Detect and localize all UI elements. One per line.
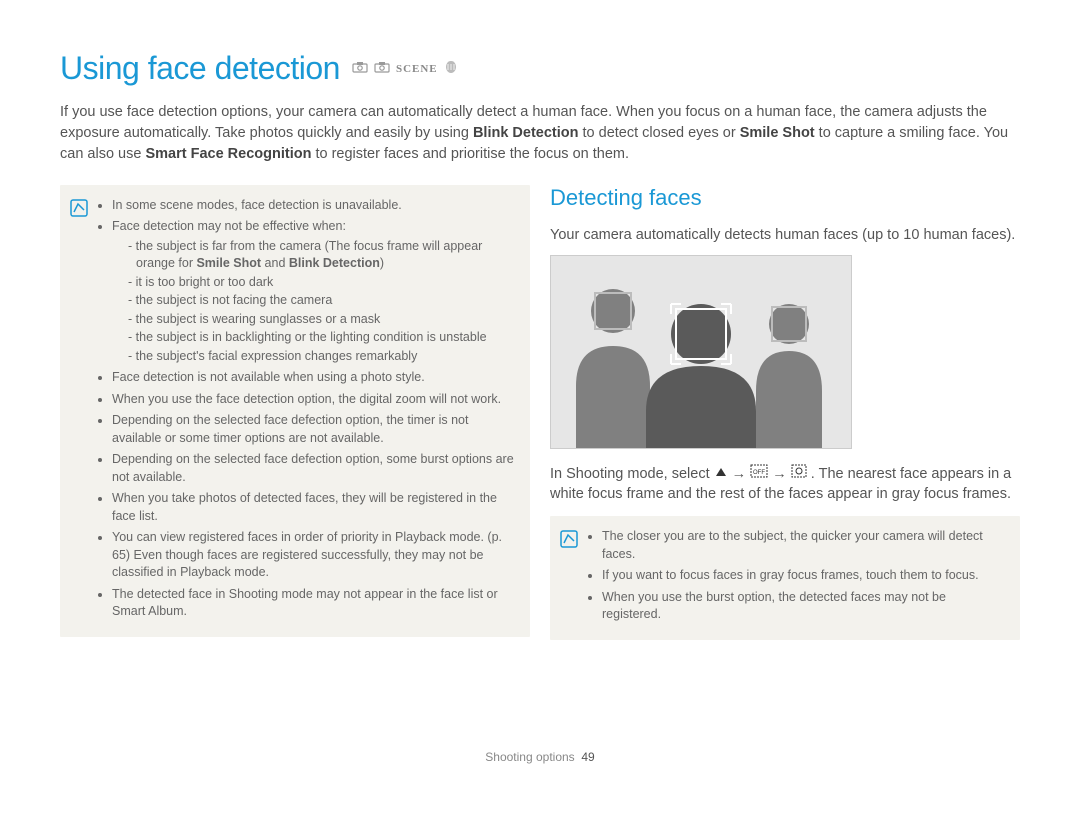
note-subitem: the subject is not facing the camera xyxy=(128,292,516,310)
lead-text: Your camera automatically detects human … xyxy=(550,225,1020,245)
note-subitem: the subject is wearing sunglasses or a m… xyxy=(128,311,516,329)
note-icon xyxy=(560,530,578,628)
note-item: When you take photos of detected faces, … xyxy=(112,490,516,525)
note-item: Depending on the selected face defection… xyxy=(112,412,516,447)
up-triangle-icon xyxy=(714,466,728,482)
intro-paragraph: If you use face detection options, your … xyxy=(60,102,1020,165)
dual-icon xyxy=(444,60,458,77)
note-item: The closer you are to the subject, the q… xyxy=(602,528,1006,563)
footer-section: Shooting options xyxy=(485,750,574,764)
instruction-text: In Shooting mode, select → OFF → . The n… xyxy=(550,464,1020,505)
note-item: The detected face in Shooting mode may n… xyxy=(112,586,516,621)
title-row: Using face detection SCENE xyxy=(60,50,1020,87)
scene-label: SCENE xyxy=(396,63,438,75)
face-detection-illustration xyxy=(550,255,852,449)
note-item: Depending on the selected face defection… xyxy=(112,451,516,486)
camera-icon xyxy=(352,61,368,76)
note-subitem: the subject is in backlighting or the li… xyxy=(128,329,516,347)
section-heading: Detecting faces xyxy=(550,185,1020,211)
camera-icon xyxy=(374,61,390,76)
right-note-box: The closer you are to the subject, the q… xyxy=(550,516,1020,640)
left-note-box: In some scene modes, face detection is u… xyxy=(60,185,530,637)
note-item: Face detection is not available when usi… xyxy=(112,369,516,387)
note-item: When you use the face detection option, … xyxy=(112,391,516,409)
note-subitem: the subject is far from the camera (The … xyxy=(128,238,516,273)
mode-icons-group: SCENE xyxy=(352,60,458,77)
note-subitem: the subject's facial expression changes … xyxy=(128,348,516,366)
note-item: If you want to focus faces in gray focus… xyxy=(602,567,1006,585)
note-item: When you use the burst option, the detec… xyxy=(602,589,1006,624)
face-off-icon: OFF xyxy=(750,466,768,482)
note-item: In some scene modes, face detection is u… xyxy=(112,197,516,215)
svg-text:OFF: OFF xyxy=(753,470,765,476)
page-number: 49 xyxy=(581,750,594,764)
page-title: Using face detection xyxy=(60,50,340,87)
note-item: Face detection may not be effective when… xyxy=(112,218,516,365)
face-on-icon xyxy=(791,466,807,482)
page-footer: Shooting options 49 xyxy=(60,750,1020,764)
note-subitem: it is too bright or too dark xyxy=(128,274,516,292)
note-icon xyxy=(70,199,88,625)
note-item: You can view registered faces in order o… xyxy=(112,529,516,582)
